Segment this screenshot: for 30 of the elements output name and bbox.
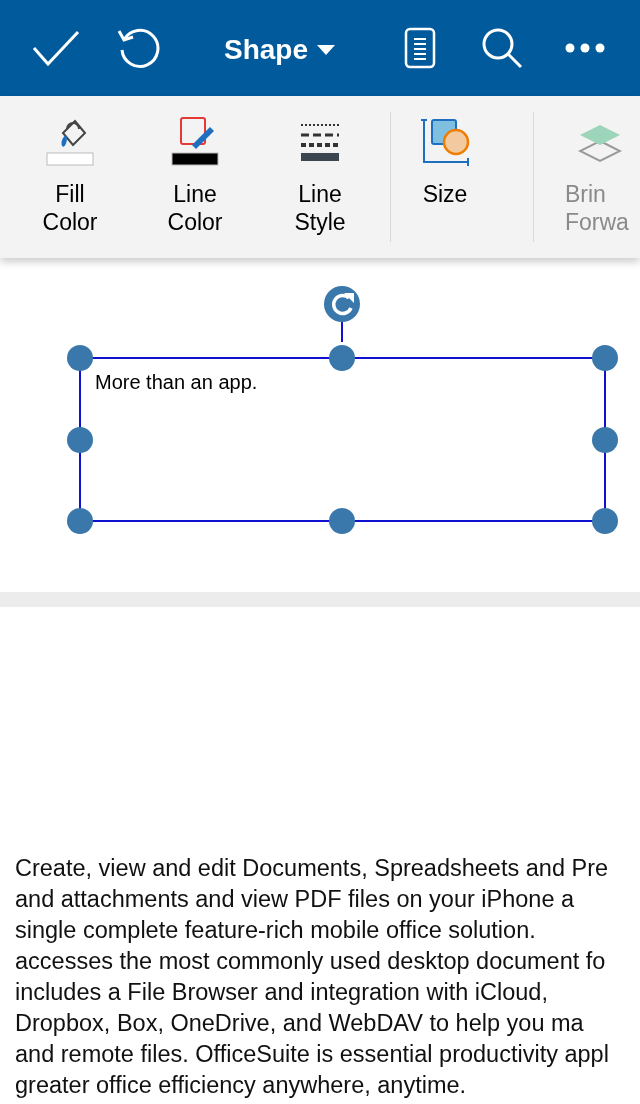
resize-handle[interactable] <box>67 508 93 534</box>
paragraph-line: greater office efficiency anywhere, anytime. <box>15 1071 467 1100</box>
resize-shape-icon <box>420 118 470 168</box>
dropdown-caret-icon <box>316 44 337 56</box>
shape-text: More than an app. <box>95 370 258 394</box>
paragraph-line: and attachments and view PDF files on your iPhone a <box>15 885 575 914</box>
paragraph-line: and remote files. OfficeSuite is essential productivity appl <box>15 1040 609 1069</box>
checkmark-icon[interactable] <box>32 30 80 66</box>
toolbar-button[interactable]: Size <box>405 112 485 242</box>
resize-handle[interactable] <box>592 508 618 534</box>
toolbar-button[interactable]: Line Style <box>280 112 360 242</box>
mobile-view-icon[interactable] <box>404 27 436 69</box>
paragraph-line: Dropbox, Box, OneDrive, and WebDAV to help you ma <box>15 1009 584 1038</box>
toolbar-button[interactable]: Line Color <box>155 112 235 242</box>
resize-handle[interactable] <box>67 427 93 453</box>
resize-handle[interactable] <box>329 345 355 371</box>
resize-handle[interactable] <box>592 427 618 453</box>
rotate-handle-icon[interactable] <box>324 286 360 322</box>
resize-handle[interactable] <box>592 345 618 371</box>
resize-handle[interactable] <box>329 508 355 534</box>
paragraph-line: Create, view and edit Documents, Spreadsheets and Pre <box>15 854 609 883</box>
search-icon[interactable] <box>481 27 523 69</box>
more-icon[interactable] <box>565 42 605 54</box>
shape-menu-button[interactable]: Shape <box>224 34 337 66</box>
paragraph-line: includes a File Browser and integration with iCloud, <box>15 978 548 1007</box>
paragraph-line: single complete feature-rich mobile office solution. <box>15 916 536 945</box>
resize-handle[interactable] <box>67 345 93 371</box>
paragraph-line: accesses the most commonly used desktop document fo <box>15 947 606 976</box>
undo-icon[interactable] <box>116 26 160 70</box>
toolbar-button[interactable]: Fill Color <box>30 112 110 242</box>
